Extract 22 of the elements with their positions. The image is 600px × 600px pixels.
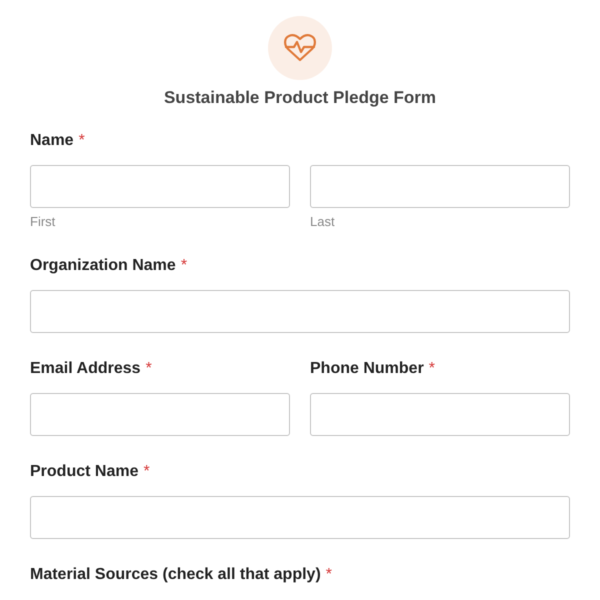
field-label: Name [30,132,74,150]
sub-label: First [30,214,56,230]
required-mark: * [78,132,85,150]
field-label: Email Address [30,360,141,378]
field-label: Organization Name [30,257,176,275]
input-field[interactable] [30,393,290,436]
required-mark: * [428,360,436,378]
heart-pulse-icon [283,33,317,63]
required-mark: * [146,360,152,378]
sub-label: Last [310,214,336,230]
required-mark: * [180,257,188,275]
input-field[interactable] [30,165,290,208]
input-field[interactable] [310,165,570,208]
field-label: Product Name [30,463,138,481]
input-field[interactable] [30,496,570,539]
form-title: Sustainable Product Pledge Form [162,88,438,108]
required-mark: * [143,463,150,481]
field-label: Phone Number [310,360,424,378]
required-mark: * [326,566,332,584]
input-field[interactable] [310,393,570,436]
input-field[interactable] [30,290,570,333]
field-label: Material Sources (check all that apply) [30,566,321,584]
